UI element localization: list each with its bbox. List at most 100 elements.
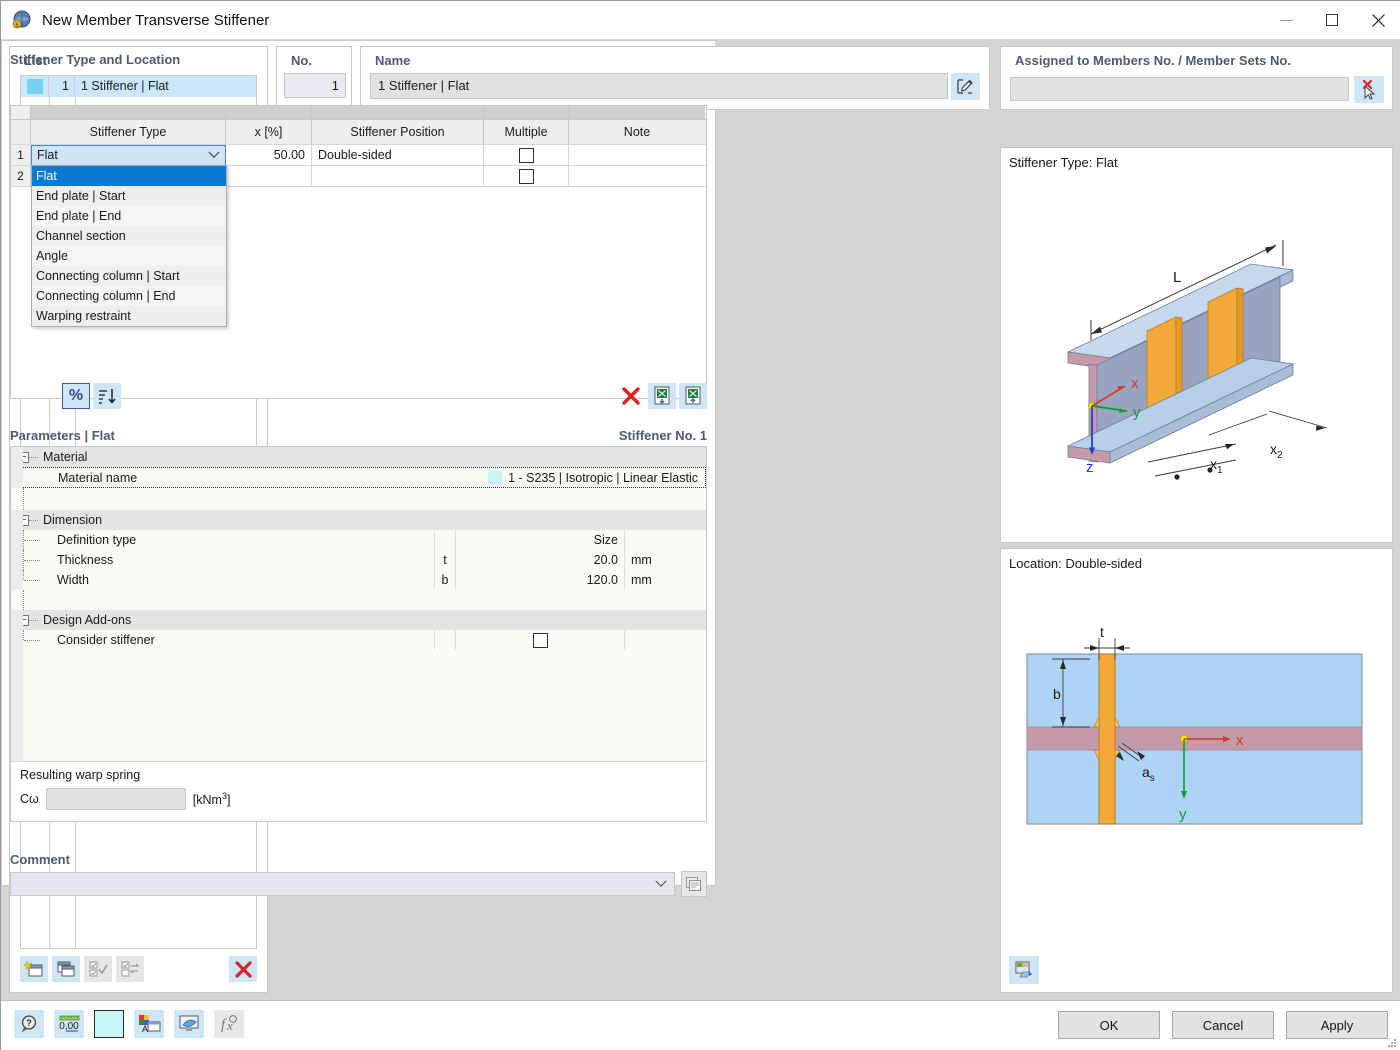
edit-name-icon[interactable] xyxy=(951,73,980,100)
cell-note[interactable] xyxy=(569,145,705,165)
dropdown-option[interactable]: End plate | End xyxy=(32,206,226,226)
pick-members-icon[interactable] xyxy=(1354,76,1384,103)
dropdown-option[interactable]: Angle xyxy=(32,246,226,266)
maximize-button[interactable] xyxy=(1309,1,1355,40)
cell-x[interactable]: 50.00 xyxy=(226,145,312,165)
new-window-icon[interactable] xyxy=(20,956,48,982)
svg-text:z: z xyxy=(1086,459,1094,476)
parameters-table[interactable]: − Material Material name 1 - S235 | Isot… xyxy=(10,446,707,822)
beam-3d-diagram: L xyxy=(1005,174,1385,534)
stiffener-table[interactable]: Stiffener Type x [%] Stiffener Position … xyxy=(10,105,707,399)
row-thickness[interactable]: Thickness t 20.0 mm xyxy=(11,550,706,570)
multiple-checkbox[interactable] xyxy=(519,169,534,184)
table-row[interactable]: 1 Flat 50.00 Double-sided xyxy=(11,144,706,165)
row-unit: mm xyxy=(624,570,706,590)
row-width[interactable]: Width b 120.0 mm xyxy=(11,570,706,590)
row-value: Size xyxy=(456,530,624,550)
dropdown-option[interactable]: Connecting column | End xyxy=(32,286,226,306)
red-x-icon[interactable] xyxy=(229,956,257,982)
excel-import-icon[interactable] xyxy=(648,383,676,409)
graphics-panel-top: Stiffener Type: Flat L xyxy=(1000,147,1393,543)
row-label: Definition type xyxy=(57,530,434,550)
cell-multiple[interactable] xyxy=(484,145,569,165)
svg-text:x: x xyxy=(1131,375,1139,392)
graphics-panel-bottom: Location: Double-sided xyxy=(1000,548,1393,993)
row-label: Width xyxy=(57,570,434,590)
cell-x[interactable] xyxy=(226,166,312,186)
dropdown-option[interactable]: Warping restraint xyxy=(32,306,226,326)
col-header-note: Note xyxy=(569,120,705,144)
graphics-settings-icon[interactable] xyxy=(1009,956,1039,984)
assigned-label: Assigned to Members No. / Member Sets No… xyxy=(1001,47,1392,68)
row-index: 2 xyxy=(11,166,31,186)
stiffener-type-dropdown[interactable]: Flat End plate | Start End plate | End C… xyxy=(31,165,227,327)
window-title: New Member Transverse Stiffener xyxy=(42,12,269,29)
help-magnifier-icon[interactable]: ? xyxy=(14,1010,44,1038)
cell-position[interactable] xyxy=(312,166,484,186)
section-label: Design Add-ons xyxy=(43,613,131,627)
view-monitor-icon[interactable] xyxy=(174,1010,204,1038)
row-definition-type[interactable]: Definition type Size xyxy=(11,530,706,550)
red-x-icon[interactable] xyxy=(617,383,645,409)
close-button[interactable] xyxy=(1355,1,1400,40)
percent-icon[interactable]: % xyxy=(62,383,90,409)
bottom-bar: ? 0,00 A xyxy=(1,1000,1400,1050)
minimize-button[interactable] xyxy=(1263,1,1309,40)
multiple-checkbox[interactable] xyxy=(519,148,534,163)
section-dimension[interactable]: − Dimension xyxy=(11,510,706,530)
row-consider-stiffener[interactable]: Consider stiffener xyxy=(11,630,706,650)
dropdown-option[interactable]: Channel section xyxy=(32,226,226,246)
section-material[interactable]: − Material xyxy=(11,447,706,467)
section-label: Dimension xyxy=(43,513,102,527)
comment-title: Comment xyxy=(10,852,707,867)
svg-text:x1: x1 xyxy=(1210,456,1223,476)
section-2d-diagram: t b as xyxy=(1006,575,1386,915)
ok-button[interactable]: OK xyxy=(1058,1011,1160,1039)
stiffener-type-value: Flat xyxy=(37,148,58,162)
row-value[interactable]: 120.0 xyxy=(456,570,624,590)
assigned-input[interactable] xyxy=(1010,77,1349,101)
number-label: No. xyxy=(277,47,351,68)
comment-input[interactable] xyxy=(10,872,675,896)
svg-text:A: A xyxy=(142,1024,148,1034)
col-header-stiffener-type: Stiffener Type xyxy=(31,120,226,144)
bottom-toolbar: ? 0,00 A xyxy=(14,1010,244,1038)
sort-descending-icon[interactable] xyxy=(93,383,121,409)
dropdown-option[interactable]: Connecting column | Start xyxy=(32,266,226,286)
invert-selection-icon xyxy=(116,956,144,982)
cell-multiple[interactable] xyxy=(484,166,569,186)
row-value[interactable]: 20.0 xyxy=(456,550,624,570)
svg-text:?: ? xyxy=(26,1018,32,1028)
svg-text:0,00: 0,00 xyxy=(59,1021,79,1032)
excel-export-icon[interactable] xyxy=(679,383,707,409)
cell-position[interactable]: Double-sided xyxy=(312,145,484,165)
title-bar: 6 New Member Transverse Stiffener xyxy=(1,1,1400,40)
row-label: Thickness xyxy=(57,550,434,570)
render-legend-icon[interactable]: A xyxy=(134,1010,164,1038)
color-swatch-icon[interactable] xyxy=(94,1010,124,1038)
main-content-panel: Stiffener Type and Location xyxy=(1,40,716,886)
svg-text:y: y xyxy=(1179,806,1187,823)
stiffener-type-combo[interactable]: Flat xyxy=(31,145,226,166)
dropdown-option[interactable]: End plate | Start xyxy=(32,186,226,206)
row-material-name[interactable]: Material name 1 - S235 | Isotropic | Lin… xyxy=(11,467,706,488)
apply-button[interactable]: Apply xyxy=(1286,1011,1388,1039)
comment-library-icon[interactable] xyxy=(681,871,707,897)
check-all-icon xyxy=(84,956,112,982)
warp-spring-field[interactable] xyxy=(46,788,186,810)
resize-grip[interactable] xyxy=(1385,1036,1397,1048)
consider-stiffener-checkbox[interactable] xyxy=(533,633,548,648)
cell-note[interactable] xyxy=(569,166,705,186)
dropdown-option[interactable]: Flat xyxy=(32,166,226,186)
copy-windows-icon[interactable] xyxy=(52,956,80,982)
col-header-multiple: Multiple xyxy=(484,120,569,144)
cancel-button[interactable]: Cancel xyxy=(1172,1011,1274,1039)
row-label: Consider stiffener xyxy=(57,630,434,650)
units-000-icon[interactable]: 0,00 xyxy=(54,1010,84,1038)
warp-spring-label: Resulting warp spring xyxy=(20,766,707,782)
svg-text:x: x xyxy=(1236,732,1244,749)
chevron-down-icon[interactable] xyxy=(655,876,666,887)
svg-text:y: y xyxy=(1133,404,1141,421)
section-design-addons[interactable]: − Design Add-ons xyxy=(11,610,706,630)
row-symbol xyxy=(434,530,456,550)
